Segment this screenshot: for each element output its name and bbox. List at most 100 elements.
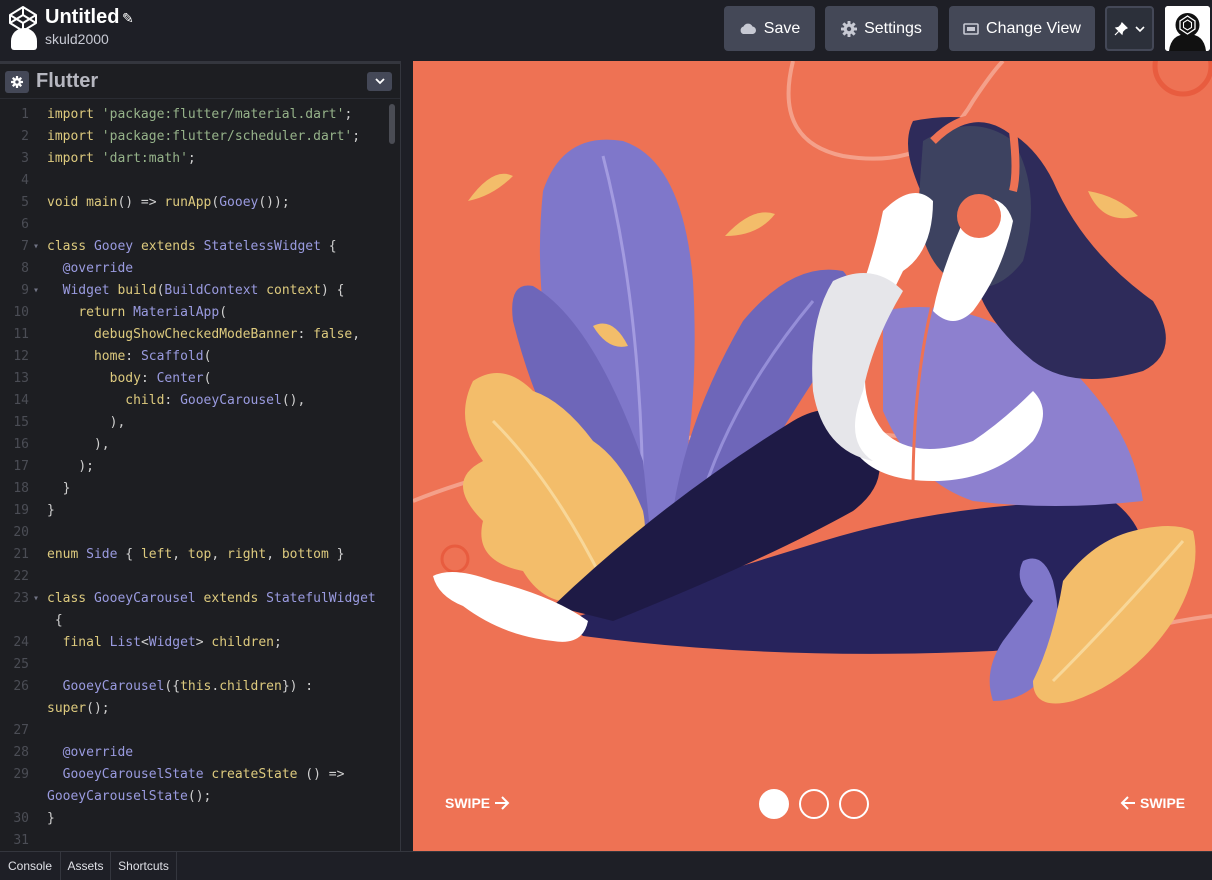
code-text: } xyxy=(62,481,71,496)
code-line[interactable]: 6 xyxy=(0,214,395,236)
code-line[interactable]: 25 xyxy=(0,654,395,676)
code-line[interactable]: 11 debugShowCheckedModeBanner: false, xyxy=(0,324,395,346)
fold-toggle-icon[interactable]: ▾ xyxy=(33,280,39,302)
code-text: { xyxy=(54,613,63,628)
line-number: 16 xyxy=(13,437,29,452)
code-text: child: GooeyCarousel(), xyxy=(125,393,306,408)
code-line[interactable]: 7 ▾ class Gooey extends StatelessWidget { xyxy=(0,236,395,258)
change-view-label: Change View xyxy=(986,19,1081,37)
code-text: GooeyCarouselState createState () => xyxy=(62,767,345,782)
code-line[interactable]: 15 ), xyxy=(0,412,395,434)
code-line[interactable]: 16 ), xyxy=(0,434,395,456)
code-line[interactable]: 10 return MaterialApp( xyxy=(0,302,395,324)
edit-title-icon[interactable]: ✎ xyxy=(122,10,134,27)
code-line[interactable]: 30} xyxy=(0,808,395,830)
line-number: 25 xyxy=(13,657,29,672)
line-number: 2 xyxy=(21,129,29,144)
code-line[interactable]: 13 body: Center( xyxy=(0,368,395,390)
line-number: 6 xyxy=(21,217,29,232)
line-number: 13 xyxy=(13,371,29,386)
line-number: 12 xyxy=(13,349,29,364)
line-number: 19 xyxy=(13,503,29,518)
code-text: debugShowCheckedModeBanner: false, xyxy=(93,327,361,342)
line-number: 22 xyxy=(13,569,29,584)
carousel-dot-2[interactable] xyxy=(799,789,829,819)
code-line[interactable]: 21 enum Side { left, top, right, bottom } xyxy=(0,544,395,566)
code-text: void main() => runApp(Gooey()); xyxy=(47,195,290,210)
settings-label: Settings xyxy=(864,19,922,37)
code-line[interactable]: 2 import 'package:flutter/scheduler.dart'… xyxy=(0,126,395,148)
panel-resize-handle[interactable] xyxy=(400,61,413,851)
code-text: import 'package:flutter/scheduler.dart'; xyxy=(47,129,361,144)
code-line[interactable]: 28 @override xyxy=(0,742,395,764)
code-line[interactable]: super(); xyxy=(0,698,395,720)
line-number: 5 xyxy=(21,195,29,210)
code-line[interactable]: 29 GooeyCarouselState createState () => xyxy=(0,764,395,786)
avatar xyxy=(11,28,37,50)
code-text: body: Center( xyxy=(109,371,212,386)
change-view-button[interactable]: Change View xyxy=(949,6,1095,51)
fold-toggle-icon[interactable]: ▾ xyxy=(33,588,39,610)
code-line[interactable]: GooeyCarouselState(); xyxy=(0,786,395,808)
code-line[interactable]: { xyxy=(0,610,395,632)
code-line[interactable]: 23 ▾ class GooeyCarousel extends StatefulW… xyxy=(0,588,395,610)
user-avatar[interactable] xyxy=(1165,6,1210,51)
line-number: 15 xyxy=(13,415,29,430)
code-line[interactable]: 9 ▾ Widget build(BuildContext context) { xyxy=(0,280,395,302)
editor-header: Flutter xyxy=(0,64,400,99)
code-line[interactable]: 19} xyxy=(0,500,395,522)
line-number: 21 xyxy=(13,547,29,562)
fold-toggle-icon[interactable]: ▾ xyxy=(33,236,39,258)
line-number: 1 xyxy=(21,107,29,122)
carousel-dot-3[interactable] xyxy=(839,789,869,819)
code-line[interactable]: 24 final List<Widget> children; xyxy=(0,632,395,654)
code-text: import 'package:flutter/material.dart'; xyxy=(47,107,353,122)
code-line[interactable]: 1 import 'package:flutter/material.dart'; xyxy=(0,104,395,126)
code-line[interactable]: 27 xyxy=(0,720,395,742)
editor-settings-button[interactable] xyxy=(5,71,29,93)
gear-icon xyxy=(11,76,23,88)
line-number: 10 xyxy=(13,305,29,320)
code-line[interactable]: 14 child: GooeyCarousel(), xyxy=(0,390,395,412)
username[interactable]: skuld2000 xyxy=(45,31,109,47)
line-number: 11 xyxy=(13,327,29,342)
shortcuts-tab[interactable]: Shortcuts xyxy=(111,852,177,880)
code-text: Widget build(BuildContext context) { xyxy=(62,283,345,298)
code-line[interactable]: 12 home: Scaffold( xyxy=(0,346,395,368)
pin-button[interactable] xyxy=(1105,6,1154,51)
code-line[interactable]: 5 void main() => runApp(Gooey()); xyxy=(0,192,395,214)
line-number: 17 xyxy=(13,459,29,474)
gear-icon xyxy=(841,20,858,37)
editor-collapse-button[interactable] xyxy=(367,72,392,91)
settings-button[interactable]: Settings xyxy=(825,6,938,51)
line-number: 20 xyxy=(13,525,29,540)
code-line[interactable]: 17 ); xyxy=(0,456,395,478)
code-text: ); xyxy=(78,459,94,474)
line-number: 18 xyxy=(13,481,29,496)
cloud-icon xyxy=(740,23,756,34)
save-button[interactable]: Save xyxy=(724,6,815,51)
line-number: 29 xyxy=(13,767,29,782)
code-line[interactable]: 26 GooeyCarousel({this.children}) : xyxy=(0,676,395,698)
code-line[interactable]: 4 xyxy=(0,170,395,192)
carousel-dot-1[interactable] xyxy=(759,789,789,819)
editor-scrollbar[interactable] xyxy=(389,104,395,144)
code-line[interactable]: 31 xyxy=(0,830,395,852)
swipe-right-label: SWIPE xyxy=(1140,795,1186,811)
code-line[interactable]: 18 } xyxy=(0,478,395,500)
assets-tab[interactable]: Assets xyxy=(61,852,111,880)
line-number: 24 xyxy=(13,635,29,650)
code-text: GooeyCarousel({this.children}) : xyxy=(62,679,314,694)
code-text: super(); xyxy=(47,701,110,716)
code-line[interactable]: 8 @override xyxy=(0,258,395,280)
code-line[interactable]: 22 xyxy=(0,566,395,588)
preview-pane[interactable]: SWIPE SWIPE xyxy=(413,61,1212,851)
page-title[interactable]: Untitled xyxy=(45,6,119,29)
code-line[interactable]: 20 xyxy=(0,522,395,544)
code-line[interactable]: 3 import 'dart:math'; xyxy=(0,148,395,170)
chevron-down-icon xyxy=(374,78,385,85)
console-tab[interactable]: Console xyxy=(0,852,61,880)
pin-icon xyxy=(1114,21,1128,35)
code-text: } xyxy=(47,811,55,826)
code-text: enum Side { left, top, right, bottom } xyxy=(47,547,345,562)
